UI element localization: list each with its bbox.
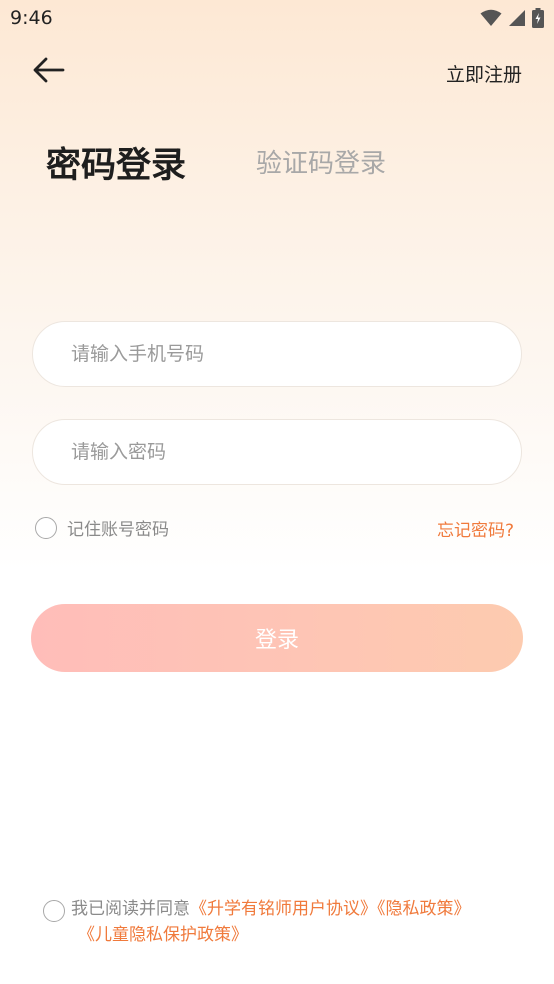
login-button-label: 登录 (254, 628, 299, 653)
privacy-policy-link[interactable]: 《隐私政策》 (377, 899, 471, 919)
remember-radio-icon (35, 516, 57, 539)
status-time: 9:46 (10, 7, 53, 29)
children-privacy-link[interactable]: 《儿童隐私保护政策》 (78, 922, 248, 949)
login-button[interactable]: 登录 (31, 604, 523, 672)
signal-icon (509, 10, 525, 26)
forgot-password-link[interactable]: 忘记密码? (437, 516, 514, 541)
user-agreement-link[interactable]: 《升学有铭师用户协议》 (190, 899, 377, 919)
battery-icon (532, 8, 544, 28)
back-button[interactable] (28, 52, 70, 88)
agreement-prefix: 我已阅读并同意 (71, 899, 190, 919)
wifi-icon (480, 9, 502, 26)
phone-input[interactable] (33, 322, 521, 386)
status-icons (480, 8, 544, 28)
phone-field-container (32, 321, 522, 387)
status-bar: 9:46 (0, 0, 554, 38)
password-input[interactable] (33, 420, 521, 484)
tab-code-login[interactable]: 验证码登录 (256, 143, 386, 180)
agreement-text: 我已阅读并同意《升学有铭师用户协议》《隐私政策》 (71, 896, 521, 923)
password-field-container (32, 419, 522, 485)
remember-checkbox[interactable]: 记住账号密码 (35, 515, 169, 540)
arrow-left-icon (33, 57, 65, 83)
register-link[interactable]: 立即注册 (446, 60, 522, 87)
agreement-radio[interactable] (43, 900, 65, 922)
remember-label: 记住账号密码 (67, 520, 169, 540)
tab-password-login[interactable]: 密码登录 (46, 137, 186, 188)
